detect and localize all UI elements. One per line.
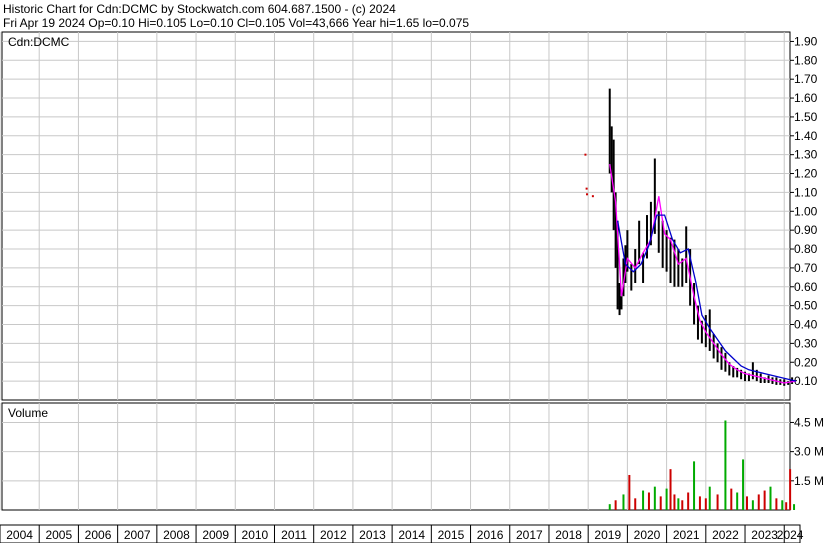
price-tick-label: 0.80 xyxy=(794,242,818,256)
year-tick-label: 2022 xyxy=(712,528,739,542)
year-tick-label: 2018 xyxy=(555,528,582,542)
price-tick-label: 1.80 xyxy=(794,53,818,67)
year-tick-label: 2012 xyxy=(320,528,347,542)
year-tick-label: 2011 xyxy=(281,528,307,542)
symbol-label: Cdn:DCMC xyxy=(8,35,70,49)
year-tick-label: 2024 xyxy=(777,528,804,542)
chart-page: Historic Chart for Cdn:DCMC by Stockwatc… xyxy=(0,0,830,544)
price-tick-label: 1.30 xyxy=(794,148,818,162)
price-tick-label: 1.60 xyxy=(794,91,818,105)
volume-label: Volume xyxy=(8,406,48,420)
price-marker-point xyxy=(591,195,594,198)
year-tick-label: 2016 xyxy=(477,528,504,542)
price-tick-label: 1.50 xyxy=(794,110,818,124)
year-tick-label: 2013 xyxy=(359,528,386,542)
year-tick-label: 2007 xyxy=(124,528,151,542)
volume-tick-label: 4.5 M xyxy=(794,415,824,429)
volume-tick-label: 3.0 M xyxy=(794,445,824,459)
year-tick-label: 2014 xyxy=(398,528,425,542)
price-tick-label: 0.10 xyxy=(794,374,818,388)
header-line-2: Fri Apr 19 2024 Op=0.10 Hi=0.105 Lo=0.10… xyxy=(3,16,469,30)
year-tick-label: 2009 xyxy=(202,528,229,542)
price-tick-label: 1.90 xyxy=(794,34,818,48)
price-marker-point xyxy=(585,187,588,190)
price-tick-label: 1.10 xyxy=(794,185,818,199)
year-tick-label: 2021 xyxy=(673,528,700,542)
price-tick-label: 0.20 xyxy=(794,355,818,369)
volume-tick-label: 1.5 M xyxy=(794,474,824,488)
year-tick-label: 2017 xyxy=(516,528,543,542)
year-tick-label: 2005 xyxy=(45,528,72,542)
price-marker-point xyxy=(586,193,589,196)
year-tick-label: 2019 xyxy=(594,528,621,542)
price-tick-label: 0.60 xyxy=(794,280,818,294)
year-tick-label: 2015 xyxy=(438,528,465,542)
price-tick-label: 0.40 xyxy=(794,318,818,332)
year-tick-label: 2008 xyxy=(163,528,190,542)
year-tick-label: 2004 xyxy=(6,528,33,542)
price-tick-label: 1.00 xyxy=(794,204,818,218)
price-tick-label: 0.50 xyxy=(794,299,818,313)
year-tick-label: 2023 xyxy=(751,528,778,542)
price-tick-label: 1.40 xyxy=(794,129,818,143)
price-tick-label: 0.70 xyxy=(794,261,818,275)
year-tick-label: 2010 xyxy=(242,528,269,542)
price-tick-label: 0.90 xyxy=(794,223,818,237)
year-tick-label: 2006 xyxy=(85,528,112,542)
header-line-1: Historic Chart for Cdn:DCMC by Stockwatc… xyxy=(3,2,396,16)
stock-chart: Historic Chart for Cdn:DCMC by Stockwatc… xyxy=(0,0,830,544)
price-tick-label: 1.70 xyxy=(794,72,818,86)
price-tick-label: 0.30 xyxy=(794,336,818,350)
price-marker-point xyxy=(584,153,587,156)
price-tick-label: 1.20 xyxy=(794,167,818,181)
year-tick-label: 2020 xyxy=(634,528,661,542)
volume-y-axis: 1.5 M 3.0 M 4.5 M xyxy=(790,415,824,488)
